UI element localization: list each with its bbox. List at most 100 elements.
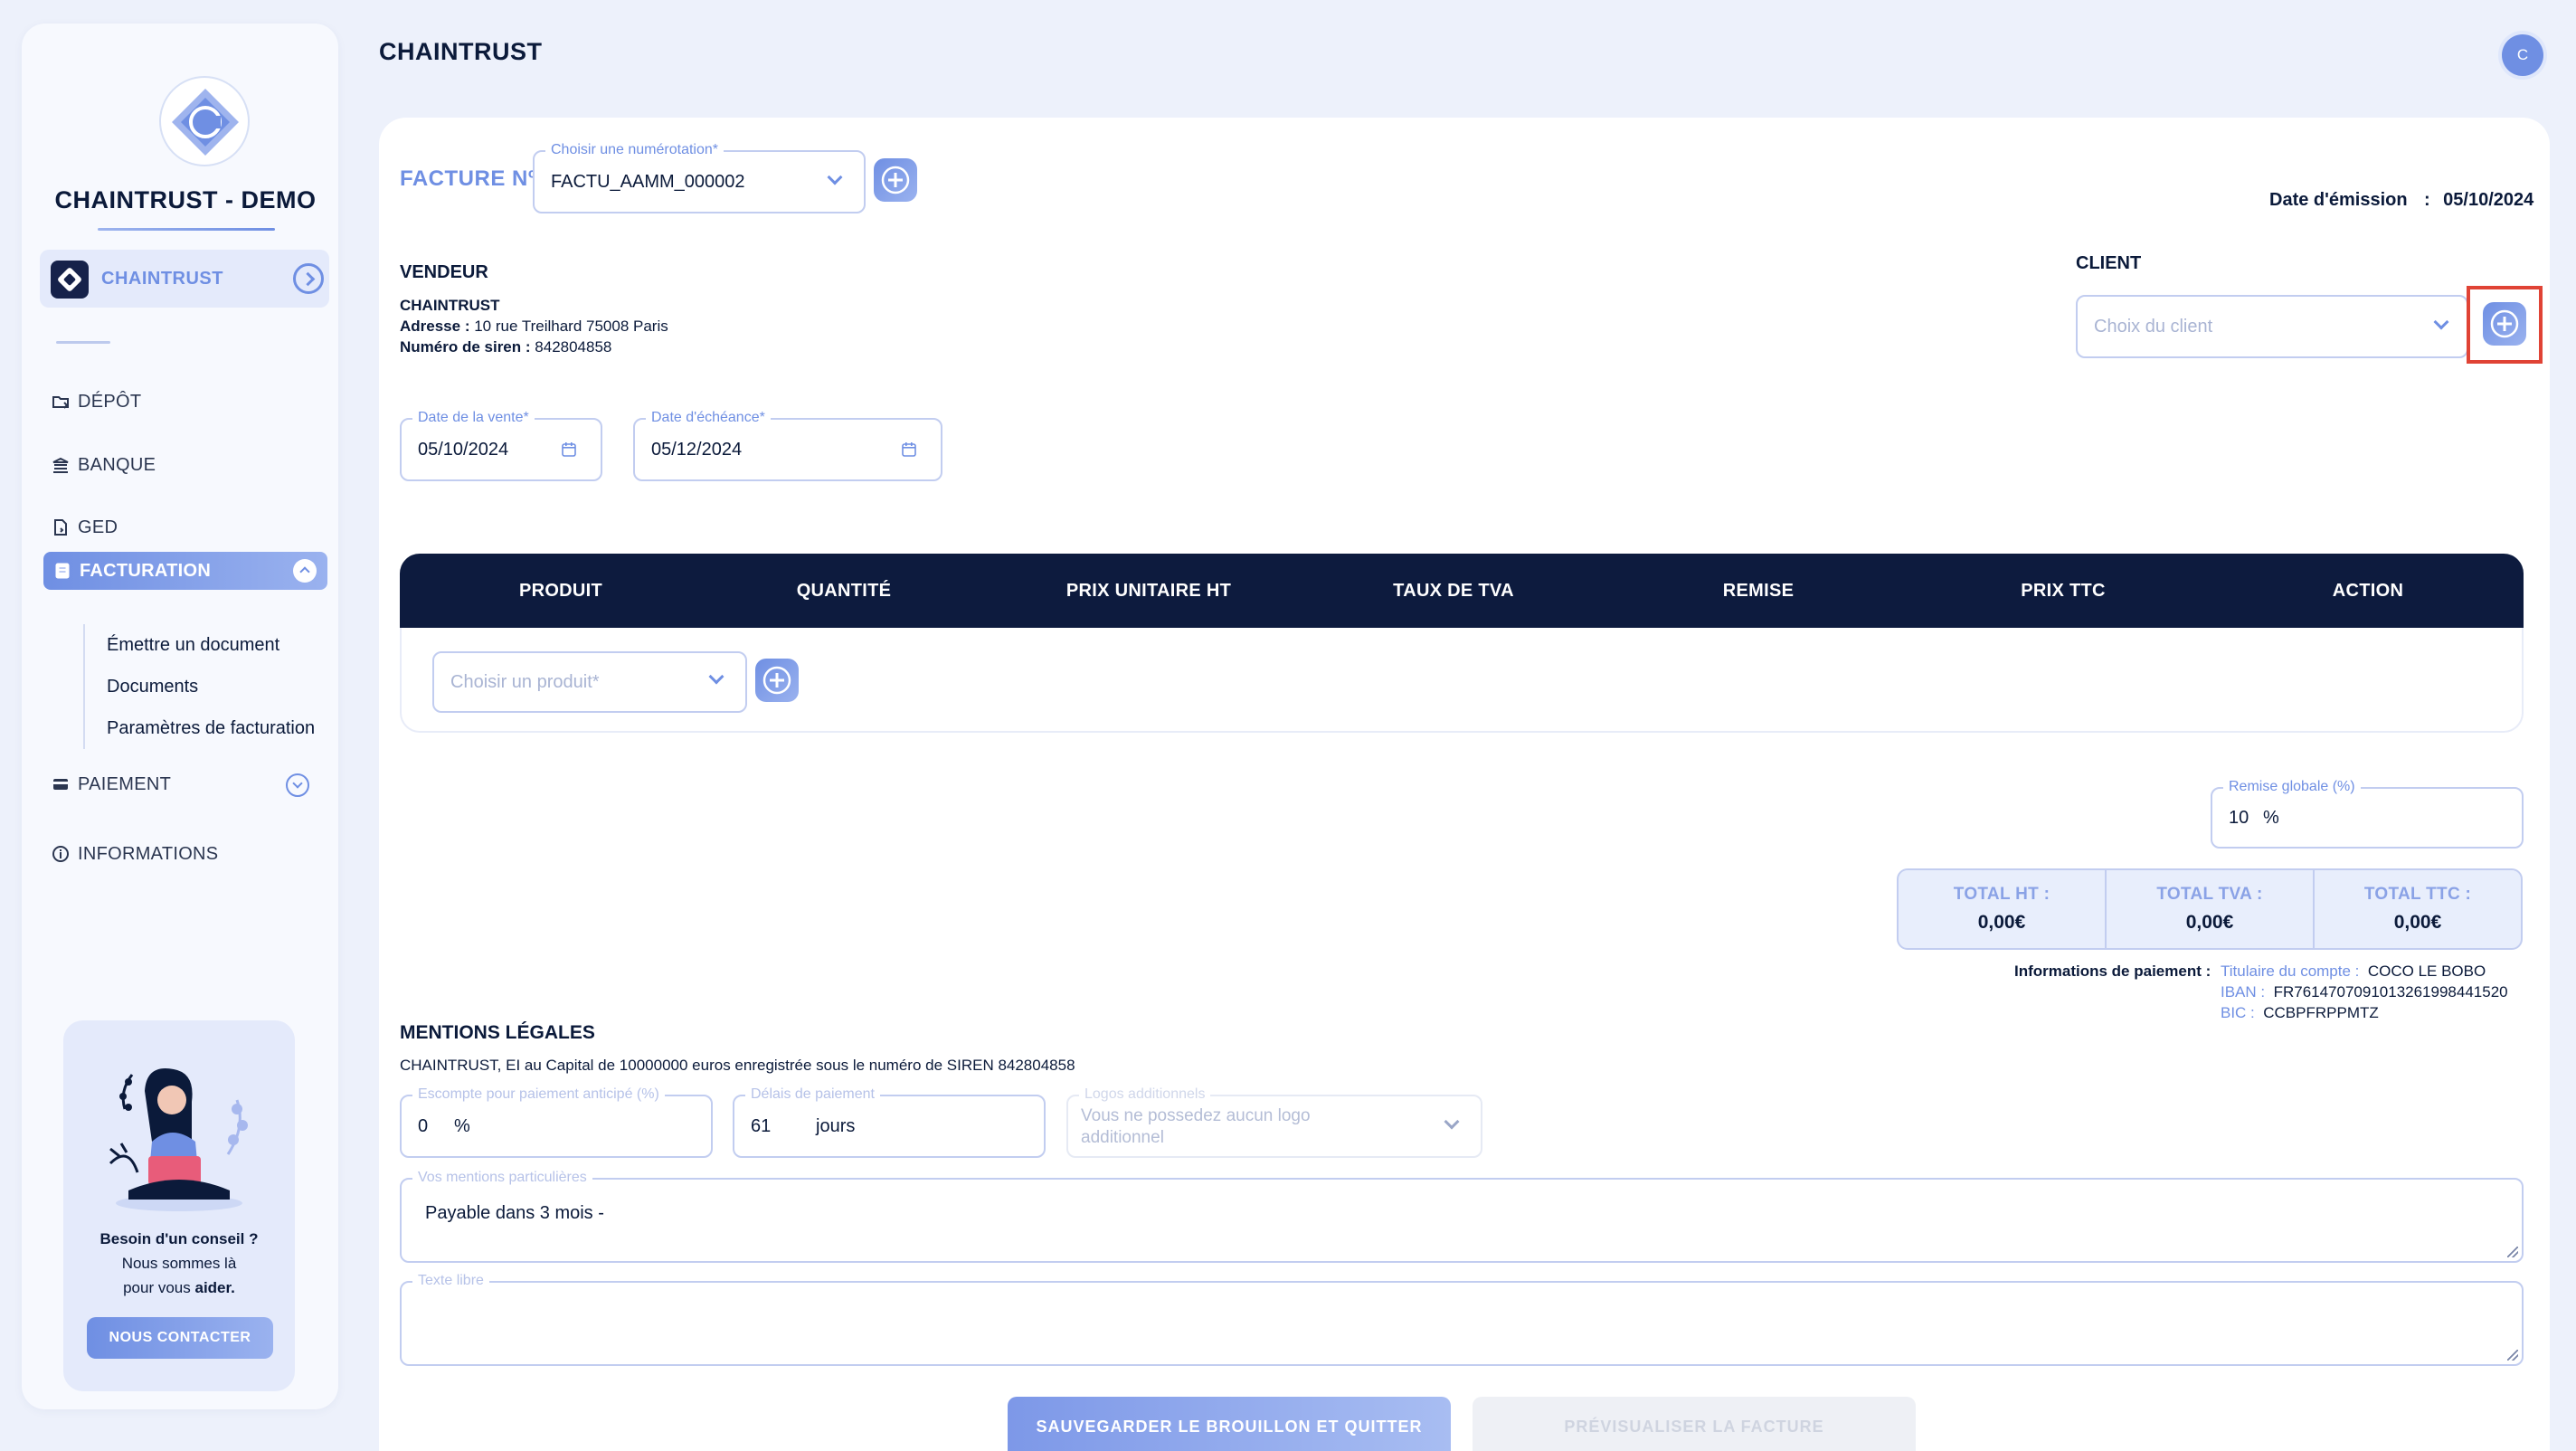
escompte-unit: % [454,1116,470,1136]
payment-info-heading: Informations de paiement : [2014,961,2211,982]
sidebar-item-label: FACTURATION [80,560,212,581]
bic-value: CCBPFRPPMTZ [2263,1004,2379,1021]
invoice-card: FACTURE Nº Choisir une numérotation* FAC… [379,118,2550,1451]
client-select[interactable]: Choix du client [2076,295,2468,358]
total-ht: TOTAL HT : 0,00€ [1899,870,2107,948]
payment-info-details: Titulaire du compte : COCO LE BOBO IBAN … [2221,961,2508,1023]
sidebar-item-depot[interactable]: DÉPÔT [51,384,322,420]
calendar-icon[interactable] [561,441,577,458]
date-emission-separator: : [2424,190,2430,210]
texte-libre-field[interactable]: Texte libre [400,1273,2524,1366]
column-prix-ttc: PRIX TTC [2021,581,2106,601]
logos-placeholder: Vous ne possedez aucun logo additionnel [1081,1106,1311,1147]
column-taux-tva: TAUX DE TVA [1393,581,1514,601]
escompte-value: 0 [418,1116,429,1136]
help-line-3-bold: aider. [194,1279,235,1296]
field-label: Remise globale (%) [2223,779,2361,795]
date-emission: Date d'émission : 05/10/2024 [2269,190,2533,211]
resize-handle-icon[interactable] [2507,1247,2518,1257]
delais-unit: jours [816,1116,856,1136]
field-label: Choisir une numérotation* [545,142,724,158]
escompte-field[interactable]: Escompte pour paiement anticipé (%) 0 % [400,1086,713,1158]
field-label: Logos additionnels [1079,1086,1211,1103]
vendeur-adresse-label: Adresse : [400,318,470,335]
vendeur-siren-label: Numéro de siren : [400,338,531,356]
help-line-2: Nous sommes là [121,1255,237,1272]
vendeur-details: CHAINTRUST Adresse : 10 rue Treilhard 75… [400,295,668,357]
totals-box: TOTAL HT : 0,00€ TOTAL TVA : 0,00€ TOTAL… [1897,868,2523,950]
mentions-text: CHAINTRUST, EI au Capital de 10000000 eu… [400,1057,1075,1074]
help-text: Besoin d'un conseil ? Nous sommes là pou… [63,1227,295,1300]
sidebar-item-paiement[interactable]: PAIEMENT [51,766,322,802]
numerotation-value: FACTU_AAMM_000002 [551,172,745,192]
mentions-heading: MENTIONS LÉGALES [400,1022,595,1043]
date-vente-field[interactable]: Date de la vente* 05/10/2024 [400,410,602,481]
numerotation-select[interactable]: Choisir une numérotation* FACTU_AAMM_000… [533,142,866,213]
org-name: CHAINTRUST [101,269,223,289]
help-card: Besoin d'un conseil ? Nous sommes là pou… [63,1020,295,1391]
logos-select[interactable]: Logos additionnels Vous ne possedez aucu… [1066,1086,1482,1158]
field-label: Escompte pour paiement anticipé (%) [412,1086,665,1103]
facturation-submenu: Émettre un document Documents Paramètres… [83,624,327,749]
remise-globale-field[interactable]: Remise globale (%) 10 % [2211,779,2524,849]
titulaire-label: Titulaire du compte : [2221,963,2360,980]
chevron-down-icon [708,669,724,685]
column-produit: PRODUIT [518,581,603,601]
brand-underline [98,228,275,231]
sidebar-item-informations[interactable]: INFORMATIONS [51,836,322,872]
products-table-header: PRODUIT QUANTITÉ PRIX UNITAIRE HT TAUX D… [400,554,2524,628]
chevron-down-icon[interactable] [286,773,309,797]
field-label: Délais de paiement [745,1086,880,1103]
product-select[interactable]: Choisir un produit* [432,651,747,713]
folder-upload-icon [51,392,71,412]
field-label: Vos mentions particulières [412,1170,592,1186]
brand-logo [159,76,250,166]
remise-globale-unit: % [2263,808,2279,828]
sidebar-item-ged[interactable]: GED [51,509,322,545]
sidebar: CHAINTRUST - DEMO CHAINTRUST DÉPÔT BANQU… [22,24,338,1409]
sidebar-item-banque[interactable]: BANQUE [51,447,322,483]
total-label: TOTAL TVA : [2156,885,2263,904]
column-quantite: QUANTITÉ [796,581,892,601]
column-remise: REMISE [1722,581,1795,601]
chevron-down-icon [827,169,843,185]
delais-paiement-field[interactable]: Délais de paiement 61 jours [733,1086,1046,1158]
iban-value: FR7614707091013261998441520 [2273,983,2508,1001]
sidebar-item-label: INFORMATIONS [78,843,219,864]
column-action: ACTION [2332,581,2404,601]
save-draft-button[interactable]: SAUVEGARDER LE BROUILLON ET QUITTER [1008,1397,1451,1451]
sidebar-item-label: PAIEMENT [78,773,172,794]
chevron-right-icon[interactable] [293,263,324,294]
submenu-item-emettre[interactable]: Émettre un document [85,624,327,666]
client-placeholder: Choix du client [2094,317,2213,337]
bank-icon [51,455,71,475]
submenu-item-documents[interactable]: Documents [85,666,327,707]
contact-button[interactable]: NOUS CONTACTER [87,1317,273,1359]
chevron-up-icon[interactable] [293,559,317,583]
submenu-item-parametres[interactable]: Paramètres de facturation [85,707,327,749]
help-line-3: pour vous [123,1279,195,1296]
sidebar-item-facturation[interactable]: FACTURATION [43,552,327,590]
org-logo [51,261,89,299]
vendeur-heading: VENDEUR [400,262,488,282]
vendeur-name: CHAINTRUST [400,297,500,314]
credit-card-icon [51,774,71,794]
chevron-down-icon [2433,314,2449,330]
brand-title: CHAINTRUST - DEMO [54,186,317,213]
date-emission-value: 05/10/2024 [2443,190,2534,210]
avatar[interactable]: C [2502,34,2543,76]
date-echeance-value: 05/12/2024 [651,440,743,460]
plus-icon [881,166,910,194]
add-numerotation-button[interactable] [874,158,917,202]
plus-icon [762,666,791,695]
add-product-button[interactable] [755,659,799,702]
calendar-icon[interactable] [901,441,917,458]
mentions-particulieres-field[interactable]: Vos mentions particulières Payable dans … [400,1170,2524,1263]
org-switcher[interactable]: CHAINTRUST [40,250,329,308]
date-echeance-field[interactable]: Date d'échéance* 05/12/2024 [633,410,942,481]
resize-handle-icon[interactable] [2507,1350,2518,1361]
client-heading: CLIENT [2076,253,2142,273]
highlight-box [2467,286,2543,364]
preview-invoice-button[interactable]: PRÉVISUALISER LA FACTURE [1473,1397,1916,1451]
column-prix-unitaire: PRIX UNITAIRE HT [1065,581,1232,601]
